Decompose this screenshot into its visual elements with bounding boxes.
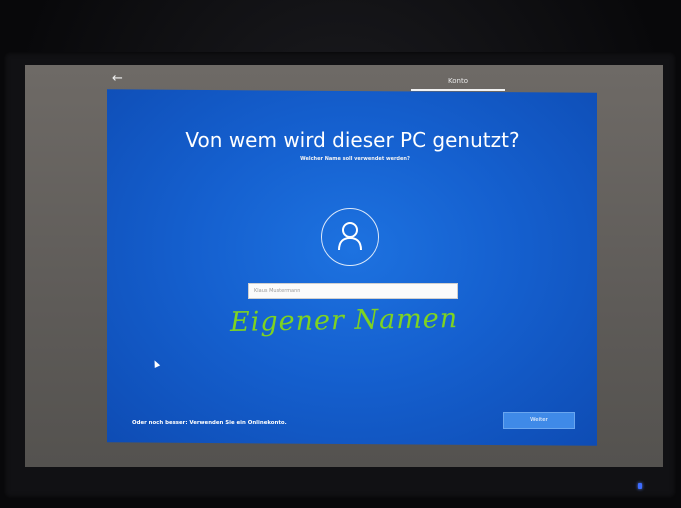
page-title: Von wem wird dieser PC genutzt? (185, 128, 520, 152)
online-account-link[interactable]: Oder noch besser: Verwenden Sie ein Onli… (132, 420, 287, 426)
handwritten-annotation: Eigener Namen (229, 303, 459, 338)
photo-scene: ← Konto Von wem wird dieser PC genutzt? … (0, 0, 681, 508)
avatar (321, 208, 379, 266)
user-icon (338, 222, 362, 251)
next-button[interactable]: Weiter (503, 412, 575, 429)
power-led-icon (638, 483, 642, 489)
page-subtitle: Welcher Name soll verwendet werden? (300, 156, 410, 162)
name-input[interactable]: Klaus Mustermann (248, 283, 458, 299)
tab-konto: Konto (448, 77, 468, 85)
back-arrow-icon[interactable]: ← (112, 72, 123, 85)
